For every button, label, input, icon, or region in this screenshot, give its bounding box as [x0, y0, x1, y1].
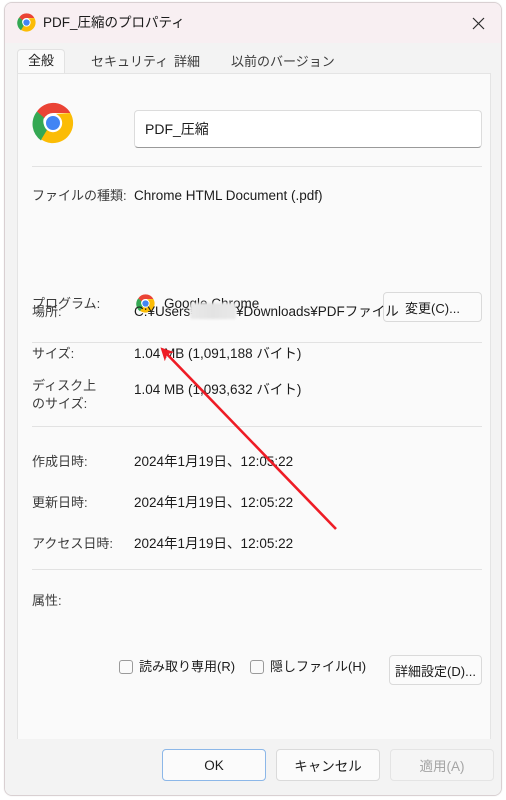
modified-label: 更新日時: — [32, 495, 88, 510]
size-label: サイズ: — [32, 346, 75, 361]
tab-previous-versions[interactable]: 以前のバージョン — [221, 51, 345, 73]
tab-general[interactable]: 全般 — [17, 49, 66, 73]
divider-2 — [32, 342, 482, 343]
readonly-checkbox-label: 読み取り専用(R) — [139, 659, 236, 674]
modified-value: 2024年1月19日、12:05:22 — [134, 495, 294, 510]
disk-size-label-line2: のサイズ: — [32, 396, 88, 411]
readonly-checkbox-box[interactable] — [119, 660, 133, 674]
tab-bar: 全般 セキュリティ 詳細 以前のバージョン — [5, 43, 501, 73]
ok-button[interactable]: OK — [162, 749, 266, 781]
cancel-button[interactable]: キャンセル — [276, 749, 380, 781]
divider-1 — [32, 166, 482, 167]
tab-details[interactable]: 詳細 — [164, 51, 210, 73]
location-label: 場所: — [32, 304, 62, 319]
file-type-value: Chrome HTML Document (.pdf) — [134, 188, 323, 203]
hidden-checkbox-label: 隠しファイル(H) — [270, 659, 367, 674]
chrome-icon — [17, 13, 36, 32]
file-type-label: ファイルの種類: — [32, 188, 127, 203]
title-bar[interactable]: PDF_圧縮のプロパティ — [5, 3, 501, 43]
dialog-action-bar: OK キャンセル 適用(A) — [5, 739, 501, 795]
general-tab-panel: ファイルの種類: Chrome HTML Document (.pdf) プログ… — [17, 73, 491, 740]
location-suffix: ¥Downloads¥PDFファイル — [236, 304, 399, 319]
divider-4 — [32, 569, 482, 570]
file-chrome-icon — [32, 102, 74, 144]
size-value: 1.04 MB (1,091,188 バイト) — [134, 346, 302, 361]
accessed-value: 2024年1月19日、12:05:22 — [134, 536, 294, 551]
advanced-settings-button[interactable]: 詳細設定(D)... — [389, 655, 482, 685]
divider-3 — [32, 426, 482, 427]
attributes-label: 属性: — [32, 593, 62, 608]
accessed-label: アクセス日時: — [32, 536, 113, 551]
readonly-checkbox[interactable]: 読み取り専用(R) — [119, 658, 235, 676]
disk-size-value: 1.04 MB (1,093,632 バイト) — [134, 382, 302, 397]
disk-size-label-line1: ディスク上 — [32, 378, 97, 393]
apply-button: 適用(A) — [390, 749, 494, 781]
location-prefix: C:¥Users¥ — [134, 304, 198, 319]
close-icon[interactable] — [455, 3, 501, 43]
filename-input[interactable] — [134, 110, 482, 148]
created-value: 2024年1月19日、12:05:22 — [134, 454, 294, 469]
window-title: PDF_圧縮のプロパティ — [43, 15, 185, 30]
redacted-username — [190, 303, 236, 319]
created-label: 作成日時: — [32, 454, 88, 469]
properties-dialog: PDF_圧縮のプロパティ 全般 セキュリティ 詳細 以前のバージョン PDF_圧… — [4, 2, 502, 796]
hidden-checkbox-box[interactable] — [250, 660, 264, 674]
hidden-checkbox[interactable]: 隠しファイル(H) — [250, 658, 366, 676]
